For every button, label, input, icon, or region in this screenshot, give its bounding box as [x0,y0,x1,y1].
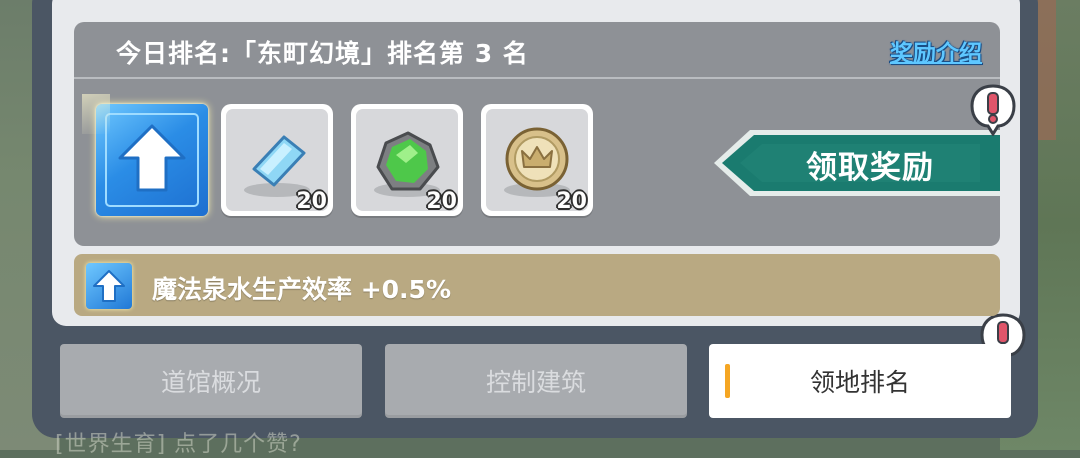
up-arrow-icon [105,113,199,207]
tab-control-buildings[interactable]: 控制建筑 [385,344,687,418]
reward-count: 20 [426,189,457,214]
reward-item-crown-coin[interactable]: 20 [481,104,593,216]
ranking-divider [74,77,1000,79]
alert-badge-reward [970,84,1016,137]
reward-count: 20 [556,189,587,214]
reward-item-green-ore[interactable]: 20 [351,104,463,216]
reward-intro-link[interactable]: 奖励介绍 [890,34,982,68]
buff-icon-box [86,263,132,309]
tab-label: 道馆概况 [160,368,261,397]
ranking-title: 今日排名:「东町幻境」排名第 3 名 [116,39,529,68]
tab-label: 领地排名 [809,368,910,397]
reward-item-ice-crystal[interactable]: 20 [221,104,333,216]
tab-territory-ranking[interactable]: 领地排名 [709,344,1011,418]
buff-reward-icon[interactable] [82,94,208,216]
reward-count: 20 [296,189,327,214]
active-tab-marker [725,364,730,398]
up-arrow-icon [93,270,125,302]
buff-effect-text: 魔法泉水生产效率 +0.5% [152,275,451,304]
daily-ranking-section: 今日排名:「东町幻境」排名第 3 名 奖励介绍 20 20 20 领取奖励 [74,22,1000,246]
background-chat-text: [世界生育] 点了几个赞? [55,432,302,457]
exclamation-icon [970,84,1016,137]
claim-reward-button[interactable]: 领取奖励 [710,126,1000,200]
buff-effect-bar: 魔法泉水生产效率 +0.5% [74,254,1000,316]
tab-gym-overview[interactable]: 道馆概况 [60,344,362,418]
tab-label: 控制建筑 [485,368,586,397]
claim-reward-label: 领取奖励 [806,150,934,186]
